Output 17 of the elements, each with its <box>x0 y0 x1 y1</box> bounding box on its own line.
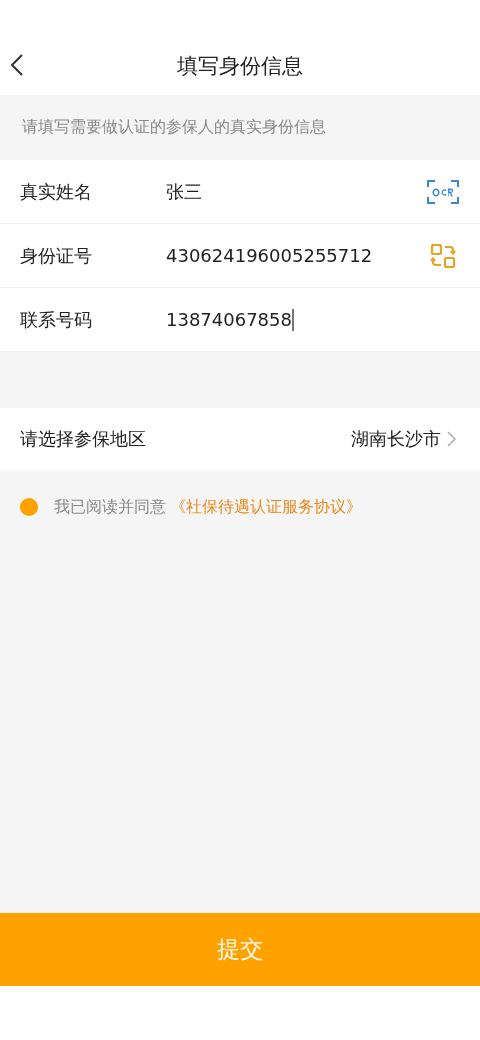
card-swap-icon <box>430 242 456 269</box>
input-field[interactable]: 张三 <box>166 179 202 204</box>
region-label: 请选择参保地区 <box>20 427 147 451</box>
region-value: 湖南长沙市 <box>351 427 441 451</box>
page-title: 填写身份信息 <box>177 52 303 80</box>
field-label: 联系号码 <box>20 307 93 332</box>
chevron-right-icon <box>447 431 456 447</box>
field-label: 身份证号 <box>20 243 93 268</box>
ocr-scan-icon <box>427 179 459 204</box>
agreement-text: 我已阅读并同意 <box>54 496 166 518</box>
hint-text: 请填写需要做认证的参保人的真实身份信息 <box>21 116 327 138</box>
region-selector[interactable]: 请选择参保地区 湖南长沙市 <box>0 408 480 470</box>
agree-radio[interactable] <box>20 498 38 516</box>
input-field[interactable]: 430624196005255712 <box>166 245 373 266</box>
input-field[interactable]: 13874067858 <box>166 309 292 330</box>
back-icon <box>10 53 24 77</box>
field-label: 真实姓名 <box>20 179 93 204</box>
